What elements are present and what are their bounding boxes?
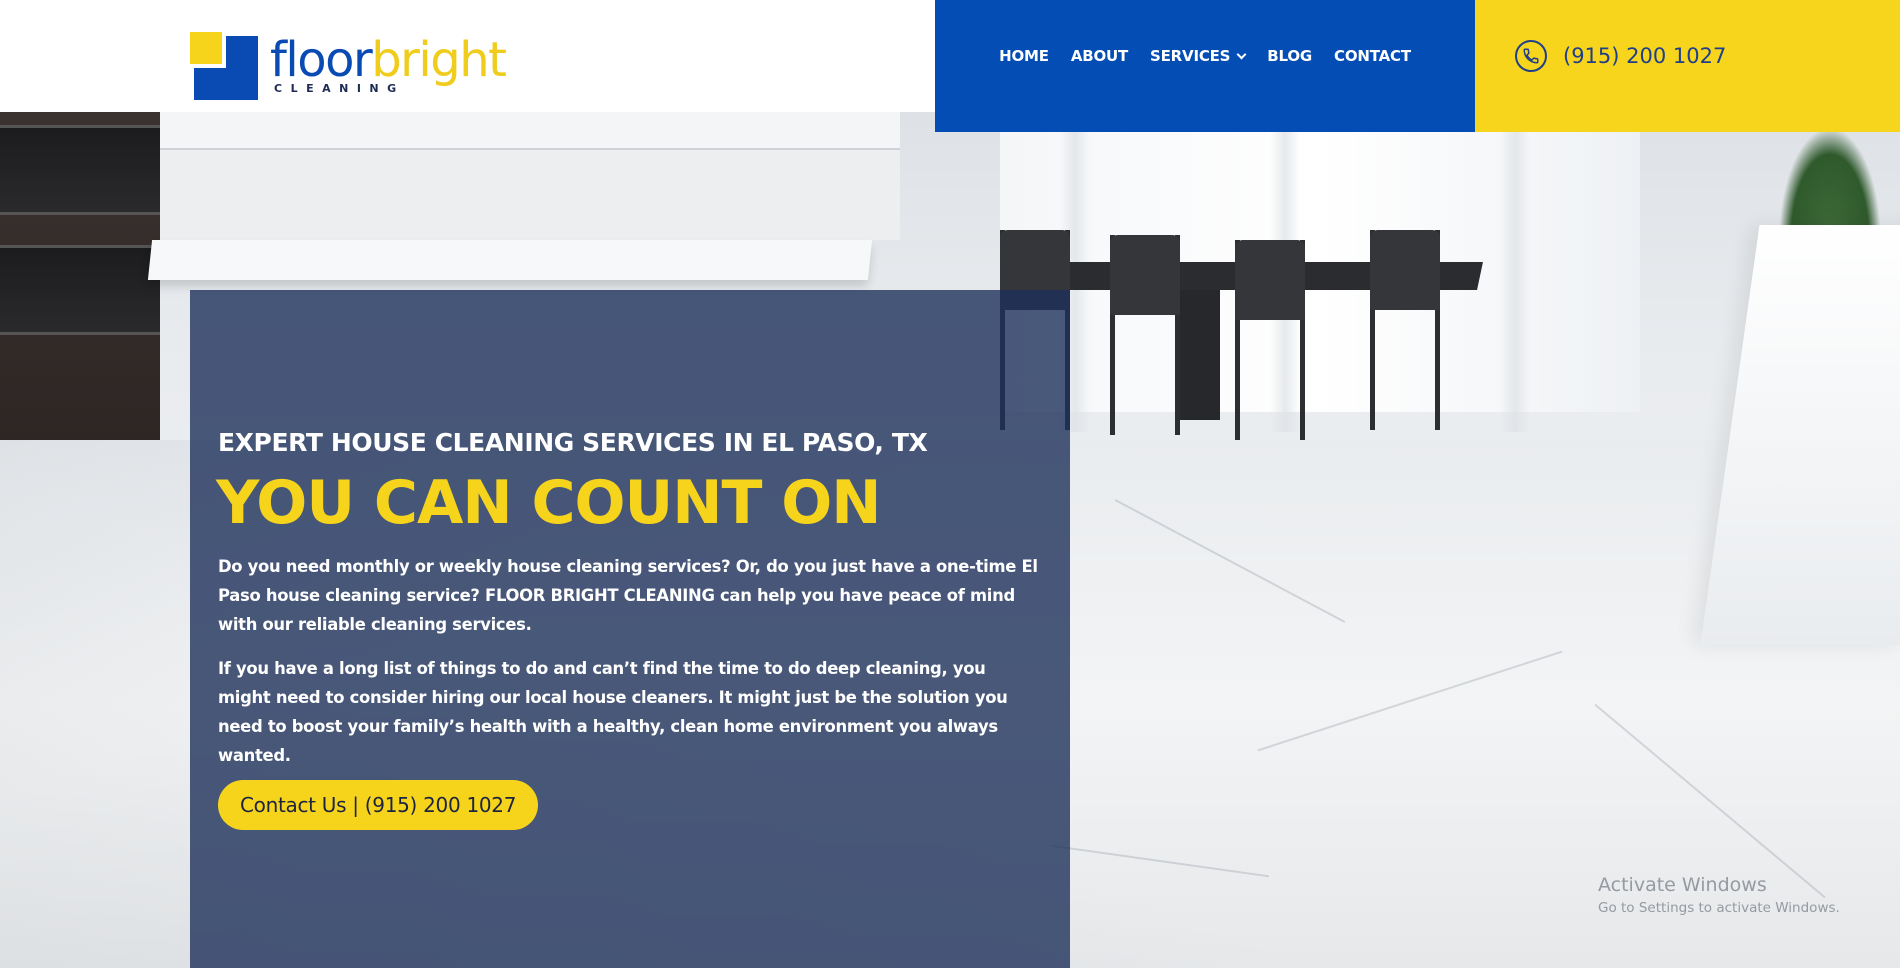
nav-item-contact[interactable]: CONTACT: [1334, 47, 1411, 65]
nav-item-services[interactable]: SERVICES: [1150, 47, 1247, 65]
hero-subtitle: EXPERT HOUSE CLEANING SERVICES IN EL PAS…: [218, 428, 928, 457]
nav-list: HOME ABOUT SERVICES BLOG CONTACT: [988, 47, 1422, 65]
oven: [0, 125, 160, 215]
hero-paragraph: If you have a long list of things to do …: [218, 659, 1008, 765]
logo-squares-icon: [190, 32, 260, 102]
kitchen-cabinets: [160, 112, 900, 150]
kitchen-backsplash: [160, 150, 900, 240]
dining-chair: [1370, 230, 1440, 430]
header-phone-link[interactable]: (915) 200 1027: [1563, 44, 1726, 68]
dining-chair: [1110, 235, 1180, 435]
hero-title: YOU CAN COUNT ON: [216, 468, 882, 538]
contact-us-button[interactable]: Contact Us | (915) 200 1027: [218, 780, 539, 830]
nav-item-home[interactable]: HOME: [999, 47, 1049, 65]
oven: [0, 245, 160, 335]
header-phone-area: (915) 200 1027: [1475, 0, 1900, 132]
kitchen-counter: [147, 240, 873, 280]
windows-activation-watermark: Activate Windows Go to Settings to activ…: [1598, 874, 1840, 916]
plant: [1780, 130, 1880, 240]
chevron-down-icon[interactable]: [1236, 49, 1247, 59]
planter: [1700, 225, 1900, 645]
watermark-line: Go to Settings to activate Windows.: [1598, 900, 1840, 916]
dining-chair: [1235, 240, 1305, 440]
nav-item-about[interactable]: ABOUT: [1071, 47, 1128, 65]
main-navigation: HOME ABOUT SERVICES BLOG CONTACT: [935, 0, 1475, 132]
phone-icon[interactable]: [1515, 40, 1547, 72]
curtain: [1500, 112, 1530, 432]
dining-table-leg: [1180, 290, 1220, 420]
watermark-line: Activate Windows: [1598, 874, 1767, 896]
hero-paragraph: Do you need monthly or weekly house clea…: [218, 557, 1038, 634]
nav-item-blog[interactable]: BLOG: [1267, 47, 1312, 65]
logo-wordmark: floorbright: [270, 32, 507, 88]
hero-content-card: EXPERT HOUSE CLEANING SERVICES IN EL PAS…: [190, 290, 1070, 968]
site-logo[interactable]: floorbright CLEANING: [190, 32, 507, 102]
header-logo-area: floorbright CLEANING: [0, 0, 935, 112]
logo-text: floorbright CLEANING: [270, 32, 507, 95]
